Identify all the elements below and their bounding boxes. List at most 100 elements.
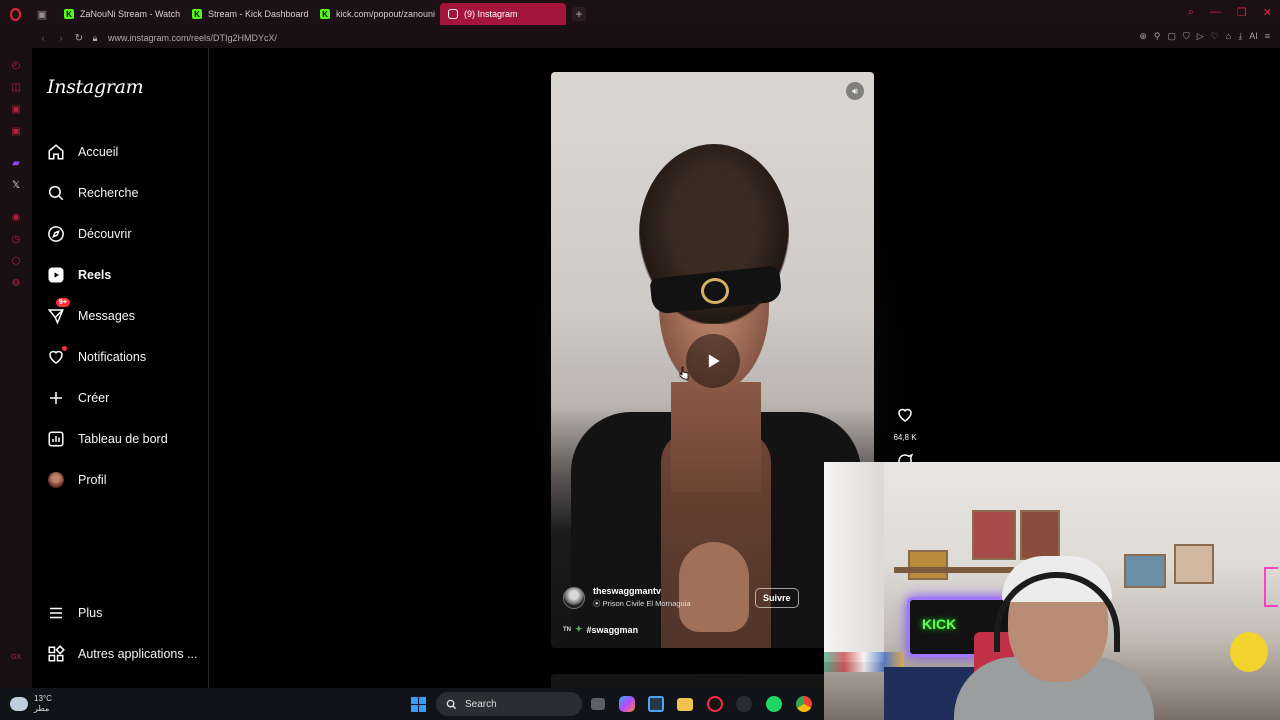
gx-icon[interactable]: GX bbox=[9, 646, 23, 668]
nav-other-apps[interactable]: Autres applications ... bbox=[46, 633, 216, 674]
new-tab-button[interactable]: + bbox=[572, 7, 586, 21]
bag-icon[interactable]: ◫ bbox=[9, 76, 23, 98]
webcam-scene bbox=[908, 550, 948, 580]
twitch-icon[interactable]: ▰ bbox=[9, 152, 23, 174]
nav-label: Messages bbox=[78, 308, 135, 323]
start-button[interactable] bbox=[411, 697, 426, 712]
chrome-icon[interactable] bbox=[796, 696, 812, 712]
avatar bbox=[48, 471, 64, 488]
nav-label: Découvrir bbox=[78, 226, 132, 241]
reload-icon[interactable]: ↻ bbox=[70, 33, 88, 44]
zoom-icon[interactable]: ⊕ bbox=[1139, 31, 1147, 42]
x-icon[interactable]: 𝕏 bbox=[9, 174, 23, 196]
search-label: Search bbox=[465, 698, 497, 710]
nav-reels[interactable]: Reels bbox=[46, 254, 206, 295]
play-icon bbox=[708, 354, 720, 368]
tab-list-icon[interactable]: ▣ bbox=[30, 0, 54, 28]
instagram-nav: Accueil Recherche Découvrir Reels 9+ Mes… bbox=[46, 131, 206, 500]
snapshot-icon[interactable]: ▢ bbox=[1168, 31, 1177, 42]
caption-prefix: TN bbox=[563, 626, 571, 633]
reels-icon bbox=[46, 265, 66, 285]
instagram-nav-bottom: Plus Autres applications ... bbox=[46, 592, 216, 674]
extensions-icon[interactable]: ⬡ bbox=[9, 250, 23, 272]
follow-button[interactable]: Suivre bbox=[755, 588, 799, 608]
hand-cursor-icon bbox=[679, 366, 689, 380]
temperature: 13°C bbox=[34, 694, 52, 703]
folder-icon[interactable] bbox=[677, 698, 693, 711]
webcam-overlay: KICK bbox=[824, 462, 1280, 720]
music-icon[interactable]: ▣ bbox=[9, 120, 23, 142]
close-window-button[interactable]: ✕ bbox=[1263, 6, 1272, 19]
nav-dashboard[interactable]: Tableau de bord bbox=[46, 418, 206, 459]
settings-icon[interactable]: ⚙ bbox=[9, 272, 23, 294]
favorite-icon[interactable]: ♡ bbox=[1211, 31, 1219, 42]
opera-menu-icon[interactable] bbox=[0, 0, 30, 28]
nav-profile[interactable]: Profil bbox=[46, 459, 206, 500]
weather-widget[interactable]: 13°C مطر bbox=[10, 694, 52, 714]
back-icon[interactable]: ‹ bbox=[34, 33, 52, 44]
taskbar-search[interactable]: Search bbox=[436, 692, 582, 716]
url-field[interactable]: www.instagram.com/reels/DTIg2HMDYcX/ bbox=[108, 33, 277, 43]
weather-condition: مطر bbox=[34, 704, 50, 713]
volume-icon[interactable]: 🔊︎ bbox=[846, 82, 864, 100]
kick-icon: K bbox=[64, 9, 74, 19]
instagram-icon bbox=[448, 9, 458, 19]
menu-icon[interactable]: ≡ bbox=[1265, 31, 1270, 42]
messages-badge: 9+ bbox=[56, 298, 70, 307]
nav-label: Reels bbox=[78, 267, 112, 282]
minimize-button[interactable]: — bbox=[1210, 6, 1221, 19]
nav-home[interactable]: Accueil bbox=[46, 131, 206, 172]
browser-tab-3[interactable]: K kick.com/popout/zanouni bbox=[312, 3, 438, 25]
nav-more[interactable]: Plus bbox=[46, 592, 216, 633]
spotify-icon[interactable] bbox=[766, 696, 782, 712]
reel-location[interactable]: ⦿ Prison Civile El Mornaguia bbox=[593, 598, 691, 609]
nav-explore[interactable]: Découvrir bbox=[46, 213, 206, 254]
windows-taskbar: 13°C مطر Search bbox=[0, 688, 824, 720]
app-icon[interactable] bbox=[736, 696, 752, 712]
search-tabs-icon[interactable]: ⌕ bbox=[1188, 6, 1194, 19]
reel-username[interactable]: theswaggmantv bbox=[593, 586, 691, 596]
tab-label: (9) Instagram bbox=[464, 9, 518, 19]
chat-icon[interactable]: ▣ bbox=[9, 98, 23, 120]
copilot-icon[interactable] bbox=[619, 696, 635, 712]
browser-tab-1[interactable]: K ZaNouNi Stream - Watch Live bbox=[56, 3, 182, 25]
browser-tab-2[interactable]: K Stream - Kick Dashboard bbox=[184, 3, 310, 25]
search-icon bbox=[46, 183, 66, 203]
video-frame bbox=[671, 382, 761, 492]
compass-icon bbox=[46, 224, 66, 244]
clock-icon[interactable]: ◷ bbox=[9, 228, 23, 250]
shield-icon[interactable]: ⛉ bbox=[1183, 31, 1190, 42]
browser-tab-instagram[interactable]: (9) Instagram bbox=[440, 3, 566, 25]
like-button[interactable] bbox=[896, 406, 914, 429]
download-icon[interactable]: ⤓ bbox=[1238, 31, 1242, 42]
apps-icon bbox=[46, 644, 66, 664]
pin-icon[interactable]: ⚲ bbox=[1154, 31, 1161, 42]
nav-notifications[interactable]: Notifications bbox=[46, 336, 206, 377]
wallet-icon[interactable]: ⌂ bbox=[1226, 31, 1231, 42]
player-icon[interactable]: ▷ bbox=[1197, 31, 1204, 42]
instagram-sidebar: Instagram Accueil Recherche Découvrir Re… bbox=[32, 48, 209, 688]
lock-icon[interactable]: 🔒︎ bbox=[88, 33, 102, 44]
opera-gx-icon[interactable] bbox=[707, 696, 723, 712]
maximize-button[interactable]: ❐ bbox=[1237, 6, 1247, 19]
history-icon[interactable]: ◴ bbox=[9, 54, 23, 76]
play-button[interactable] bbox=[686, 334, 740, 388]
ai-icon[interactable]: AI bbox=[1249, 31, 1258, 42]
task-view-icon[interactable] bbox=[591, 698, 605, 710]
store-icon[interactable] bbox=[648, 696, 664, 712]
nav-search[interactable]: Recherche bbox=[46, 172, 206, 213]
nav-create[interactable]: Créer bbox=[46, 377, 206, 418]
webcam-scene bbox=[972, 510, 1016, 560]
nav-messages[interactable]: 9+ Messages bbox=[46, 295, 206, 336]
reel-author: theswaggmantv ⦿ Prison Civile El Mornagu… bbox=[563, 586, 863, 609]
kick-icon: K bbox=[192, 9, 202, 19]
cloud-rain-icon bbox=[10, 697, 28, 711]
video-frame bbox=[701, 278, 729, 304]
avatar[interactable] bbox=[563, 586, 585, 609]
forward-icon[interactable]: › bbox=[52, 33, 70, 44]
hashtag-link[interactable]: #swaggman bbox=[587, 625, 639, 635]
instagram-logo[interactable]: Instagram bbox=[47, 76, 144, 98]
tab-label: Stream - Kick Dashboard bbox=[208, 9, 309, 19]
player-icon[interactable]: ◉ bbox=[9, 206, 23, 228]
webcam-scene bbox=[1264, 567, 1278, 607]
